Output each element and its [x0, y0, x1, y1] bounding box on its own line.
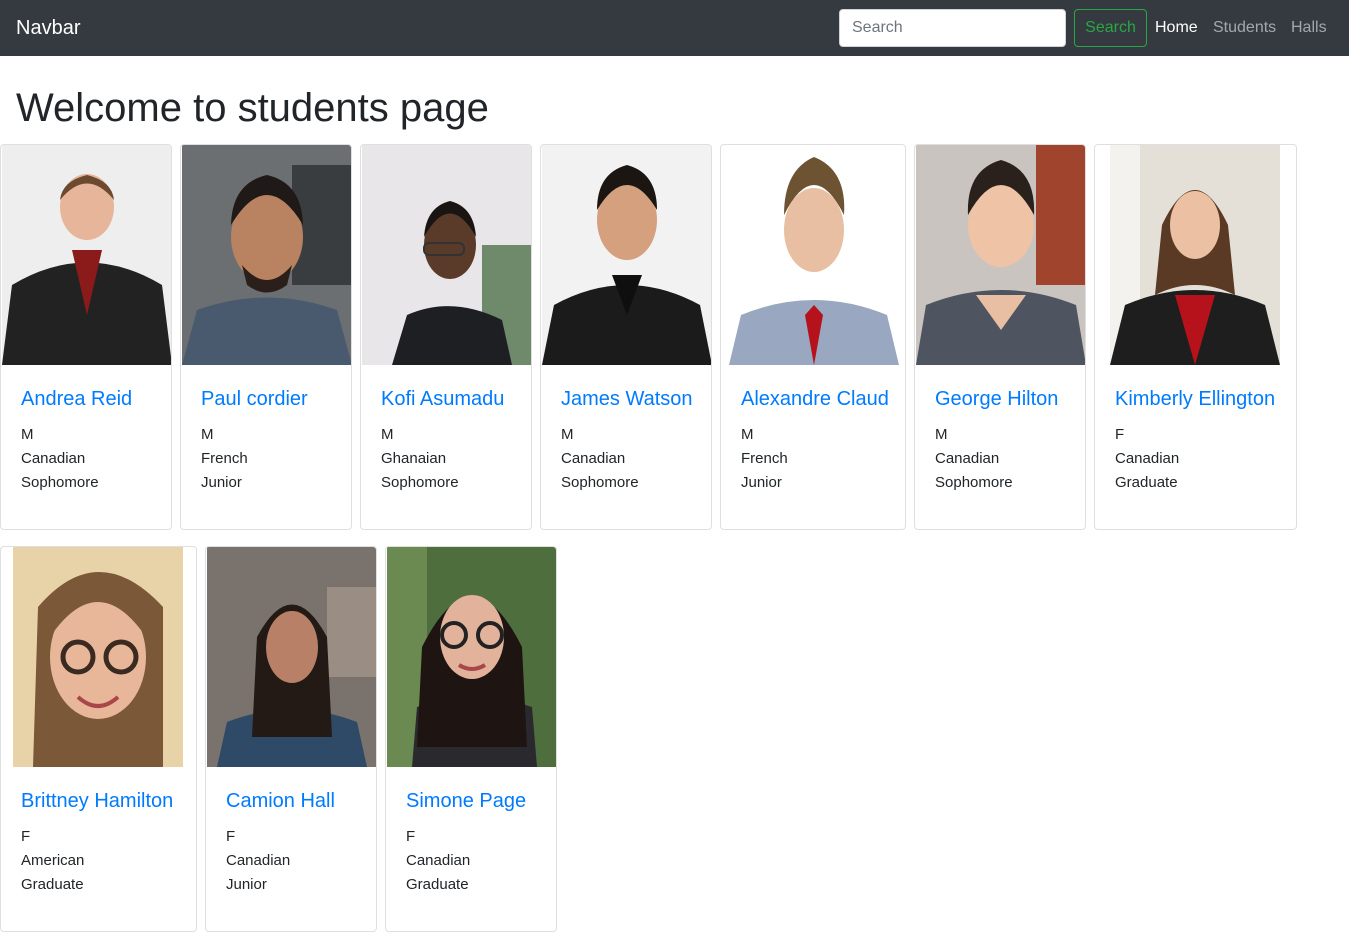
student-year: Sophomore: [935, 474, 1013, 491]
student-year: Junior: [741, 474, 782, 491]
student-gender: M: [21, 426, 34, 443]
student-name[interactable]: Brittney Hamilton: [21, 789, 173, 813]
student-year: Junior: [201, 474, 242, 491]
student-photo: [387, 547, 556, 767]
student-nationality: Canadian: [935, 450, 1000, 467]
student-photo: [362, 145, 531, 365]
student-card: Brittney Hamilton F American Graduate: [0, 546, 197, 932]
student-name[interactable]: Kofi Asumadu: [381, 387, 504, 411]
student-name[interactable]: James Watson: [561, 387, 693, 411]
student-nationality: Canadian: [561, 450, 626, 467]
student-year: Sophomore: [381, 474, 459, 491]
student-photo: [916, 145, 1085, 365]
student-card: James Watson M Canadian Sophomore: [540, 144, 712, 530]
student-nationality: Canadian: [21, 450, 86, 467]
student-gender: F: [226, 828, 236, 845]
student-gender: M: [201, 426, 214, 443]
student-photo: [2, 145, 171, 365]
student-year: Graduate: [1115, 474, 1178, 491]
student-nationality: Canadian: [226, 852, 291, 869]
student-name[interactable]: Alexandre Claud: [741, 387, 889, 411]
student-card: Camion Hall F Canadian Junior: [205, 546, 377, 932]
student-card: George Hilton M Canadian Sophomore: [914, 144, 1086, 530]
student-year: Graduate: [21, 876, 84, 893]
student-card: Paul cordier M French Junior: [180, 144, 352, 530]
student-year: Graduate: [406, 876, 469, 893]
student-nationality: American: [21, 852, 85, 869]
student-card: Alexandre Claud M French Junior: [720, 144, 906, 530]
page-title: Welcome to students page: [16, 86, 489, 130]
student-gender: M: [935, 426, 948, 443]
navbar-brand[interactable]: Navbar: [16, 17, 80, 40]
student-gender: M: [741, 426, 754, 443]
search-button[interactable]: Search: [1074, 9, 1147, 47]
student-nationality: French: [741, 450, 788, 467]
nav-link-halls[interactable]: Halls: [1291, 19, 1327, 37]
student-photo: [207, 547, 376, 767]
student-name[interactable]: Paul cordier: [201, 387, 308, 411]
student-nationality: Canadian: [1115, 450, 1180, 467]
student-gender: F: [1115, 426, 1125, 443]
student-photo: [729, 145, 899, 365]
student-gender: M: [381, 426, 394, 443]
student-card: Simone Page F Canadian Graduate: [385, 546, 557, 932]
nav-link-students[interactable]: Students: [1213, 19, 1276, 37]
student-photo: [13, 547, 183, 767]
nav-link-home[interactable]: Home: [1155, 19, 1198, 37]
student-year: Sophomore: [21, 474, 99, 491]
student-year: Sophomore: [561, 474, 639, 491]
student-nationality: Canadian: [406, 852, 471, 869]
student-year: Junior: [226, 876, 267, 893]
student-photo: [1110, 145, 1280, 365]
student-card: Andrea Reid M Canadian Sophomore: [0, 144, 172, 530]
student-gender: M: [561, 426, 574, 443]
student-card: Kimberly Ellington F Canadian Graduate: [1094, 144, 1297, 530]
navbar: Navbar Search Home Students Halls: [0, 0, 1349, 56]
student-name[interactable]: Andrea Reid: [21, 387, 132, 411]
student-name[interactable]: Kimberly Ellington: [1115, 387, 1275, 411]
student-photo: [182, 145, 351, 365]
student-card: Kofi Asumadu M Ghanaian Sophomore: [360, 144, 532, 530]
student-gender: F: [406, 828, 416, 845]
student-nationality: French: [201, 450, 248, 467]
student-nationality: Ghanaian: [381, 450, 447, 467]
student-name[interactable]: Simone Page: [406, 789, 526, 813]
student-name[interactable]: George Hilton: [935, 387, 1058, 411]
student-photo: [542, 145, 711, 365]
search-input[interactable]: [839, 9, 1066, 47]
student-gender: F: [21, 828, 31, 845]
student-name[interactable]: Camion Hall: [226, 789, 335, 813]
